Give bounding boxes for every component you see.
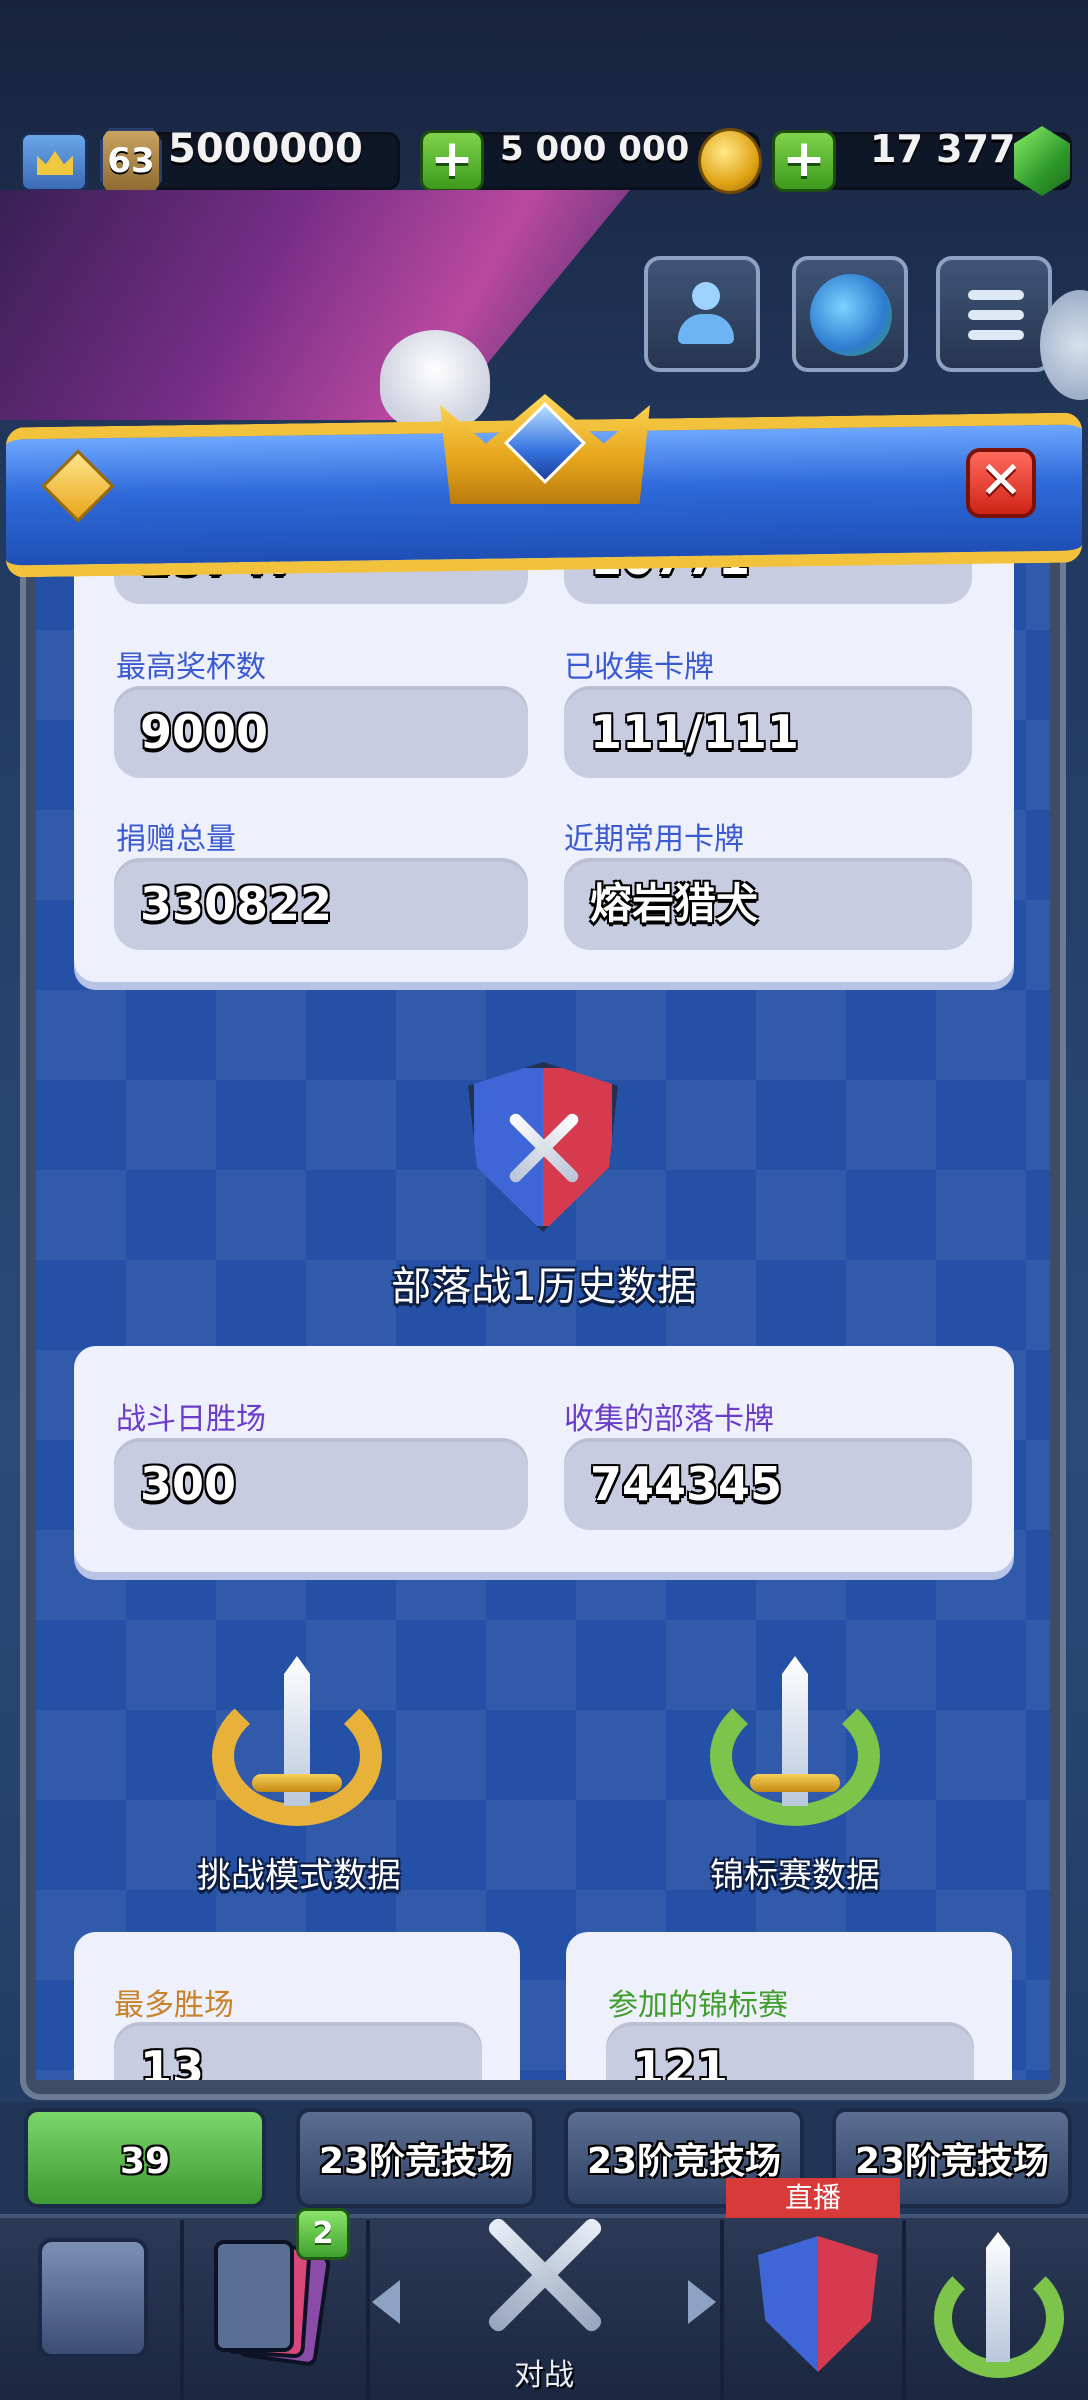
total-donations-label: 捐赠总量 xyxy=(116,822,236,857)
resource-bar: 63 5000000 + 5 000 000 + 17 377 xyxy=(0,120,1088,200)
tournaments-title: 锦标赛数据 xyxy=(710,1856,880,1896)
clan-button[interactable] xyxy=(792,256,908,372)
challenges-title: 挑战模式数据 xyxy=(197,1856,401,1896)
tournament-nav-icon[interactable] xyxy=(934,2232,1064,2382)
friends-button[interactable] xyxy=(644,256,760,372)
chest-icon[interactable] xyxy=(38,2238,148,2358)
tournaments-card: 参加的锦标赛 121 xyxy=(566,1932,1012,2080)
cards-collected-value: 111/111 xyxy=(590,705,799,759)
add-gems-button[interactable]: + xyxy=(772,130,836,192)
max-wins-value: 13 xyxy=(140,2041,205,2080)
cards-collected-box: 111/111 xyxy=(564,686,972,778)
arena-level-tile[interactable]: 39 xyxy=(24,2108,266,2208)
tournaments-played-label: 参加的锦标赛 xyxy=(608,1988,788,2023)
bottom-cards-clip: 最多胜场 13 参加的锦标赛 121 xyxy=(36,1932,1050,2080)
crown-icon xyxy=(440,354,650,504)
highest-trophies-label: 最高奖杯数 xyxy=(116,650,266,685)
clan-cards-collected-box: 744345 xyxy=(564,1438,972,1530)
battle-day-wins-value: 300 xyxy=(140,1457,237,1511)
arrow-left-icon[interactable] xyxy=(372,2280,400,2324)
gold-wreath-sword-icon xyxy=(212,1656,382,1826)
live-badge: 直播 xyxy=(726,2178,900,2218)
highest-trophies-box: 9000 xyxy=(114,686,528,778)
green-wreath-sword-icon xyxy=(710,1656,880,1826)
total-donations-box: 330822 xyxy=(114,858,528,950)
clan-cards-collected-value: 744345 xyxy=(590,1457,783,1511)
favorite-card-box[interactable]: 熔岩猎犬 xyxy=(564,858,972,950)
add-gold-button[interactable]: + xyxy=(420,130,484,192)
highest-trophies-value: 9000 xyxy=(140,705,269,759)
nav-divider xyxy=(180,2220,184,2400)
challenges-card: 最多胜场 13 xyxy=(74,1932,520,2080)
battle-label[interactable]: 对战 xyxy=(444,2350,644,2394)
hamburger-menu-icon xyxy=(968,290,1024,340)
clan-cards-collected-label: 收集的部落卡牌 xyxy=(564,1402,774,1437)
total-donations-value: 330822 xyxy=(140,877,333,931)
cards-badge: 2 xyxy=(296,2208,350,2260)
king-crown-icon[interactable] xyxy=(20,132,88,192)
favorite-card-value: 熔岩猎犬 xyxy=(590,879,759,928)
cards-collected-label: 已收集卡牌 xyxy=(564,650,714,685)
battle-day-wins-label: 战斗日胜场 xyxy=(116,1402,266,1437)
clan-war-title: 部落战1历史数据 xyxy=(391,1264,697,1310)
crossed-swords-icon xyxy=(504,1108,584,1188)
gems-value: 17 377 xyxy=(870,127,1016,171)
menu-button[interactable] xyxy=(936,256,1052,372)
nav-divider xyxy=(366,2220,370,2400)
arena-level-value: 39 xyxy=(119,2141,171,2182)
battle-day-wins-box: 300 xyxy=(114,1438,528,1530)
friends-icon xyxy=(678,282,734,348)
experience-value: 5000000 xyxy=(168,126,363,172)
favorite-card-label: 近期常用卡牌 xyxy=(564,822,744,857)
arena-tile[interactable]: 23阶竞技场 xyxy=(296,2108,536,2208)
tournaments-played-value: 121 xyxy=(632,2041,729,2080)
max-wins-label: 最多胜场 xyxy=(114,1988,234,2023)
crossed-swords-icon[interactable] xyxy=(470,2200,620,2350)
arrow-right-icon[interactable] xyxy=(688,2280,716,2324)
tournaments-played-box: 121 xyxy=(606,2022,974,2080)
clan-war-card: 战斗日胜场 300 收集的部落卡牌 744345 xyxy=(74,1346,1014,1572)
max-wins-box: 13 xyxy=(114,2022,482,2080)
level-value: 63 xyxy=(107,141,155,181)
player-stats-card: 25747 10771 最高奖杯数 9000 已收集卡牌 111/111 捐赠总… xyxy=(74,512,1014,982)
nav-divider xyxy=(902,2220,906,2400)
gold-value: 5 000 000 xyxy=(500,129,690,169)
close-button[interactable]: ✕ xyxy=(966,448,1036,518)
clan-globe-icon xyxy=(810,274,892,356)
arena-tile-label: 23阶竞技场 xyxy=(318,2141,514,2182)
gold-coin-icon xyxy=(698,128,762,194)
nav-divider xyxy=(720,2220,724,2400)
